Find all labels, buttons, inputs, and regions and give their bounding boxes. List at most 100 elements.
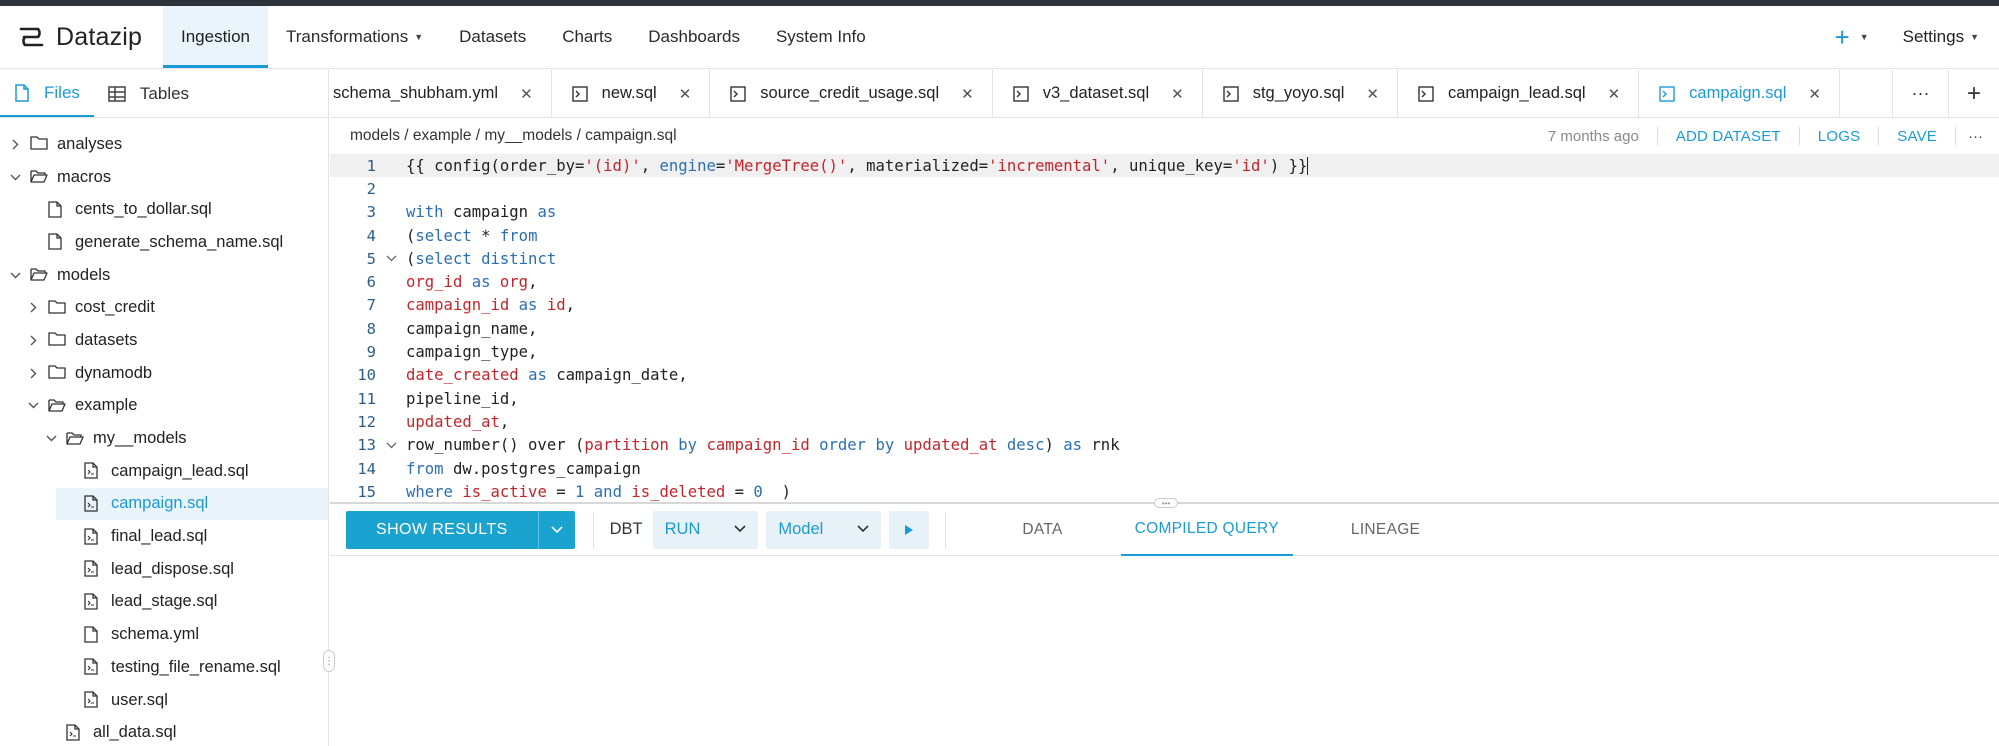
show-results-dropdown-icon[interactable] (539, 525, 575, 534)
tree-folder[interactable]: cost_credit (0, 291, 328, 324)
tree-file[interactable]: cents_to_dollar.sql (0, 193, 328, 226)
fold-chevron-icon[interactable] (376, 252, 406, 265)
settings-menu[interactable]: Settings ▼ (1903, 27, 1979, 47)
file-toolbar: models / example / my__models / campaign… (330, 118, 1999, 154)
settings-label: Settings (1902, 27, 1965, 46)
run-play-button[interactable] (889, 510, 930, 549)
create-caret-icon[interactable]: ▼ (1860, 32, 1869, 42)
tree-file[interactable]: all_data.sql (0, 716, 328, 746)
show-results-button[interactable]: SHOW RESULTS (346, 510, 575, 549)
code-token: ( (406, 226, 416, 245)
create-plus-icon[interactable]: + (1835, 22, 1850, 53)
logs-button[interactable]: LOGS (1800, 128, 1878, 145)
editor-tab[interactable]: new.sql ✕ (552, 70, 711, 117)
result-tab-lineage[interactable]: LINEAGE (1337, 504, 1434, 556)
breadcrumb: models / example / my__models / campaign… (350, 127, 677, 144)
app-logo[interactable]: Datazip (0, 6, 163, 68)
tab-files[interactable]: Files (0, 70, 94, 117)
nav-ingestion[interactable]: Ingestion (163, 6, 268, 68)
sidebar-resize-handle[interactable]: ⋮ (323, 650, 335, 672)
settings-caret-icon: ▼ (1970, 32, 1979, 42)
tree-folder[interactable]: models (0, 259, 328, 292)
tree-file[interactable]: schema.yml (0, 618, 328, 651)
tree-folder[interactable]: my__models (0, 422, 328, 455)
close-icon[interactable]: ✕ (1608, 85, 1621, 103)
tree-label: all_data.sql (93, 723, 177, 742)
tree-file[interactable]: testing_file_rename.sql (0, 651, 328, 684)
editor-tab[interactable]: source_credit_usage.sql ✕ (710, 70, 993, 117)
editor-tab[interactable]: stg_yoyo.sql ✕ (1203, 70, 1398, 117)
code-token: engine (659, 156, 716, 175)
nav-transformations[interactable]: Transformations ▼ (268, 6, 441, 68)
tree-file[interactable]: lead_stage.sql (0, 586, 328, 619)
save-button[interactable]: SAVE (1879, 128, 1955, 145)
tab-spacer (1840, 70, 1893, 117)
result-tab-compiled-query[interactable]: COMPILED QUERY (1120, 504, 1293, 556)
tree-file[interactable]: lead_dispose.sql (0, 553, 328, 586)
nav-datasets[interactable]: Datasets (441, 6, 544, 68)
nav-label: Datasets (459, 27, 527, 46)
tree-file[interactable]: final_lead.sql (0, 520, 328, 553)
code-token: , (499, 412, 510, 431)
code-editor[interactable]: 1{{ config(order_by='(id)', engine='Merg… (330, 154, 1999, 503)
tree-file[interactable]: generate_schema_name.sql (0, 226, 328, 259)
nav-dashboards[interactable]: Dashboards (630, 6, 758, 68)
file-icon (48, 233, 66, 251)
chevron-right-icon[interactable] (26, 335, 40, 346)
close-icon[interactable]: ✕ (1171, 85, 1184, 103)
chevron-right-icon[interactable] (8, 139, 22, 150)
nav-charts[interactable]: Charts (544, 6, 630, 68)
nav-system-info[interactable]: System Info (758, 6, 884, 68)
add-dataset-button[interactable]: ADD DATASET (1658, 128, 1799, 145)
tree-label: generate_schema_name.sql (75, 232, 284, 251)
code-line: 8 campaign_name, (330, 317, 1999, 340)
more-actions-icon[interactable]: ··· (1956, 128, 1999, 145)
code-line: 7 campaign_id as id, (330, 294, 1999, 317)
line-number: 12 (357, 412, 376, 431)
tree-folder[interactable]: example (0, 390, 328, 423)
code-token: date_created (406, 366, 519, 385)
chevron-right-icon[interactable] (26, 302, 40, 313)
code-token: pipeline_id, (406, 389, 519, 408)
code-text: pipeline_id, (406, 390, 519, 408)
tree-label: dynamodb (75, 363, 153, 382)
tree-folder[interactable]: dynamodb (0, 357, 328, 390)
chevron-down-icon[interactable] (44, 435, 58, 442)
close-icon[interactable]: ✕ (520, 85, 533, 103)
close-icon[interactable]: ✕ (1808, 85, 1821, 103)
dbt-scope-value: Model (778, 520, 824, 538)
sql-file-icon (84, 495, 102, 513)
code-token: ( (406, 249, 416, 268)
tree-file[interactable]: user.sql (0, 684, 328, 717)
editor-tab[interactable]: campaign.sql ✕ (1639, 70, 1840, 117)
close-icon[interactable]: ✕ (961, 85, 974, 103)
code-token: select distinct (415, 249, 557, 268)
editor-tab[interactable]: campaign_lead.sql ✕ (1398, 70, 1640, 117)
tree-file[interactable]: campaign_lead.sql (0, 455, 328, 488)
chevron-down-icon (857, 524, 869, 536)
tree-file[interactable]: campaign.sql (56, 487, 328, 521)
editor-tab[interactable]: schema_shubham.yml ✕ (330, 70, 552, 117)
tree-folder[interactable]: macros (0, 161, 328, 194)
fold-chevron-icon[interactable] (376, 439, 406, 452)
tab-tables[interactable]: Tables (94, 70, 203, 117)
tree-folder[interactable]: datasets (0, 324, 328, 357)
tree-folder[interactable]: analyses (0, 128, 328, 161)
chevron-right-icon[interactable] (26, 368, 40, 379)
dbt-command-select[interactable]: RUN (652, 510, 759, 549)
folder-icon (30, 266, 48, 284)
chevron-down-icon[interactable] (26, 402, 40, 409)
close-icon[interactable]: ✕ (679, 85, 692, 103)
new-tab-button[interactable]: + (1949, 70, 1999, 117)
editor-tab[interactable]: v3_dataset.sql ✕ (993, 70, 1203, 117)
chevron-down-icon[interactable] (8, 174, 22, 181)
more-tabs-icon[interactable]: ··· (1893, 70, 1949, 117)
dbt-scope-select[interactable]: Model (766, 510, 882, 549)
chevron-down-icon[interactable] (8, 272, 22, 279)
result-tab-data[interactable]: DATA (1008, 504, 1076, 556)
show-results-label[interactable]: SHOW RESULTS (346, 510, 539, 549)
tree-label: lead_dispose.sql (111, 559, 234, 578)
close-icon[interactable]: ✕ (1366, 85, 1379, 103)
